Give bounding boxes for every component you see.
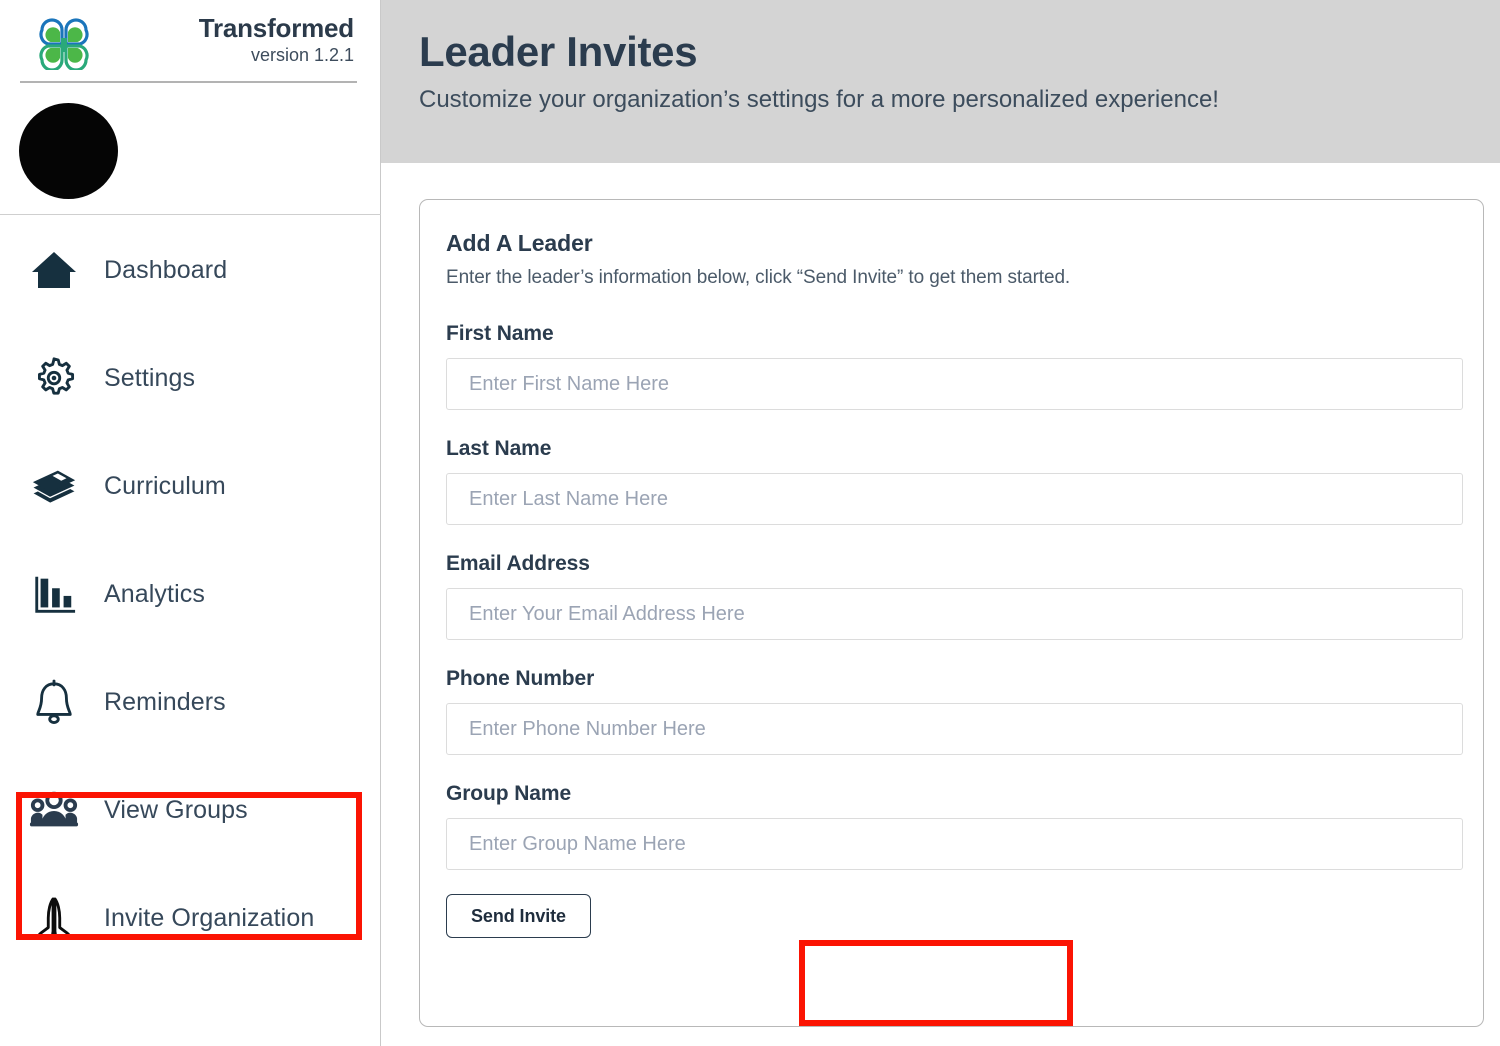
sidebar-item-label: Curriculum <box>104 471 226 500</box>
bell-icon <box>26 677 82 727</box>
sidebar-nav: Dashboard Settings Curriculum Analytics … <box>0 216 381 972</box>
sidebar-item-label: View Groups <box>104 795 248 824</box>
avatar[interactable] <box>19 103 118 199</box>
sidebar-item-analytics[interactable]: Analytics <box>0 540 381 648</box>
field-email-address: Email Address <box>446 552 1463 640</box>
send-invite-button[interactable]: Send Invite <box>446 894 591 938</box>
four-leaf-butterfly-logo-icon <box>36 17 92 72</box>
avatar-row <box>0 83 380 215</box>
sidebar-divider <box>0 214 381 215</box>
brand-text: Transformed version 1.2.1 <box>198 12 356 68</box>
praying-hands-icon <box>26 893 82 943</box>
field-first-name: First Name <box>446 322 1463 410</box>
group-name-input[interactable] <box>446 818 1463 870</box>
email-address-input[interactable] <box>446 588 1463 640</box>
app-root: Transformed version 1.2.1 Dashboard Sett… <box>0 0 1500 1046</box>
page-title: Leader Invites <box>419 28 698 75</box>
card-description: Enter the leader’s information below, cl… <box>446 267 1071 288</box>
phone-number-input[interactable] <box>446 703 1463 755</box>
page-subtitle: Customize your organization’s settings f… <box>419 86 1219 114</box>
sidebar-item-invite-organization[interactable]: Invite Organization <box>0 864 381 972</box>
sidebar: Transformed version 1.2.1 Dashboard Sett… <box>0 0 381 1046</box>
sidebar-item-curriculum[interactable]: Curriculum <box>0 432 381 540</box>
main-content: Leader Invites Customize your organizati… <box>381 0 1500 1046</box>
sidebar-item-settings[interactable]: Settings <box>0 324 381 432</box>
field-phone-number: Phone Number <box>446 667 1463 755</box>
sidebar-item-label: Reminders <box>104 687 226 716</box>
field-label: Phone Number <box>446 667 595 690</box>
field-label: First Name <box>446 322 554 345</box>
gear-icon <box>26 353 82 403</box>
home-icon <box>26 245 82 295</box>
books-icon <box>26 461 82 511</box>
sidebar-item-reminders[interactable]: Reminders <box>0 648 381 756</box>
card-title: Add A Leader <box>446 230 593 256</box>
sidebar-item-label: Analytics <box>104 579 205 608</box>
last-name-input[interactable] <box>446 473 1463 525</box>
app-title: Transformed <box>198 12 354 43</box>
bar-chart-icon <box>26 569 82 619</box>
page-header: Leader Invites Customize your organizati… <box>381 0 1500 163</box>
sidebar-item-view-groups[interactable]: View Groups <box>0 756 381 864</box>
sidebar-item-label: Settings <box>104 363 196 392</box>
field-last-name: Last Name <box>446 437 1463 525</box>
sidebar-item-label: Invite Organization <box>104 903 315 932</box>
brand-header: Transformed version 1.2.1 <box>0 0 380 83</box>
send-invite-row: Send Invite <box>446 894 1461 938</box>
add-leader-card: Add A Leader Enter the leader’s informat… <box>419 199 1484 1027</box>
first-name-input[interactable] <box>446 358 1463 410</box>
app-version: version 1.2.1 <box>250 45 354 66</box>
field-group-name: Group Name <box>446 782 1463 870</box>
field-label: Group Name <box>446 782 572 805</box>
field-label: Last Name <box>446 437 552 460</box>
people-group-icon <box>26 785 82 835</box>
field-label: Email Address <box>446 552 590 575</box>
sidebar-item-dashboard[interactable]: Dashboard <box>0 216 381 324</box>
sidebar-item-label: Dashboard <box>104 255 228 284</box>
